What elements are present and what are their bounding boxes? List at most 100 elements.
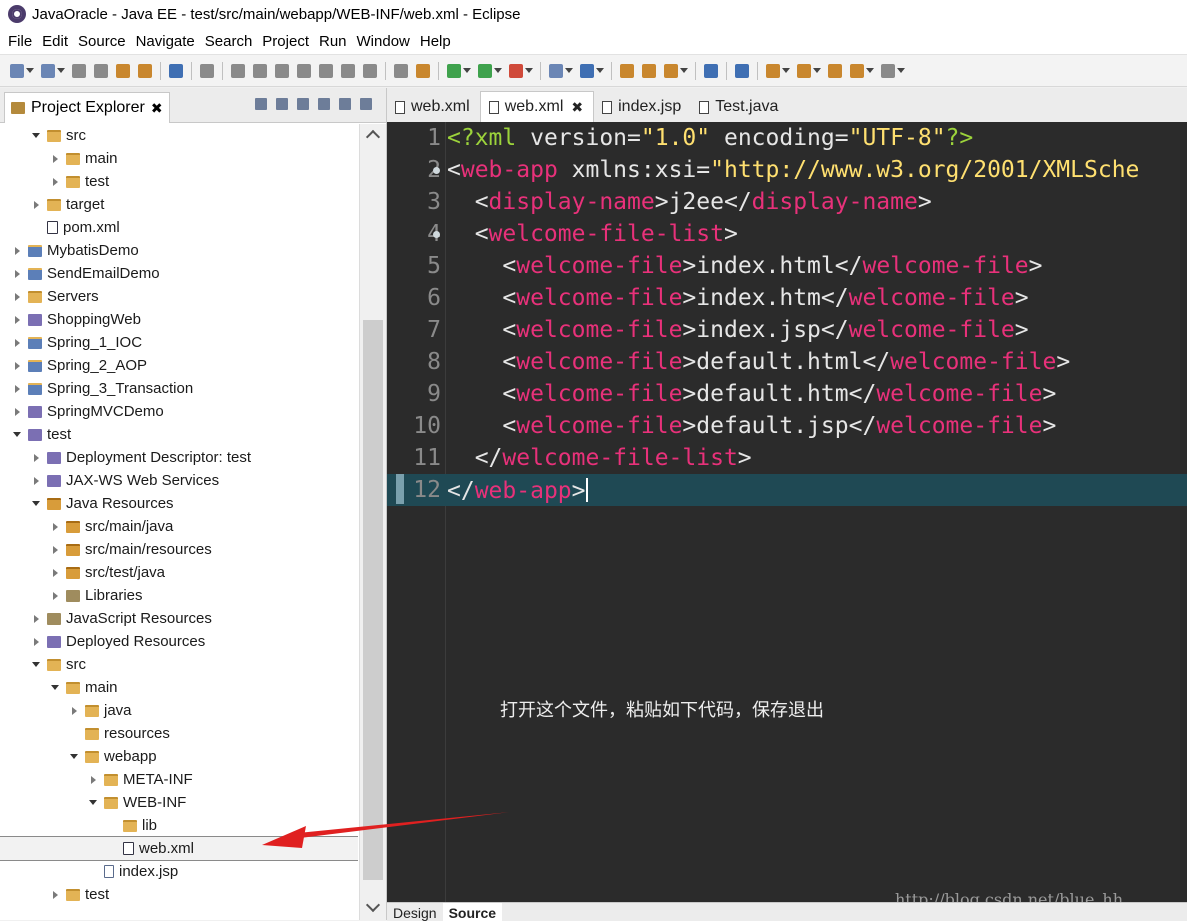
save-all-icon[interactable] (94, 63, 108, 78)
new-web-service-icon[interactable] (580, 63, 594, 78)
edit-icon[interactable] (664, 63, 678, 78)
filter-icon[interactable] (297, 98, 309, 110)
tab-project-explorer[interactable]: Project Explorer ✖ (4, 92, 170, 123)
code-line[interactable]: 3 <display-name>j2ee</display-name> (387, 186, 1187, 218)
new-wizard-icon[interactable] (41, 63, 55, 78)
chevron-down-icon[interactable] (813, 68, 821, 73)
scroll-down-icon[interactable] (365, 897, 381, 913)
tree-item[interactable]: JAX-WS Web Services (0, 469, 358, 492)
chevron-down-icon[interactable] (26, 68, 34, 73)
terminal-icon[interactable] (169, 63, 183, 78)
menu-item-help[interactable]: Help (420, 33, 451, 50)
tree-item[interactable]: src (0, 653, 358, 676)
collapsed-arrow-icon[interactable] (31, 476, 41, 486)
menu-item-project[interactable]: Project (262, 33, 309, 50)
fold-toggle-icon[interactable] (433, 231, 440, 238)
chevron-down-icon[interactable] (565, 68, 573, 73)
tree-item[interactable]: java (0, 699, 358, 722)
tree-item[interactable]: lib (0, 814, 358, 837)
tree-item[interactable]: Libraries (0, 584, 358, 607)
close-icon[interactable]: ✖ (571, 99, 583, 116)
tree-item[interactable]: SendEmailDemo (0, 262, 358, 285)
chevron-down-icon[interactable] (494, 68, 502, 73)
tree-item[interactable]: src/main/java (0, 515, 358, 538)
collapsed-arrow-icon[interactable] (12, 315, 22, 325)
tree-item[interactable]: index.jsp (0, 860, 358, 883)
step-into-icon[interactable] (319, 63, 333, 78)
save-icon[interactable] (72, 63, 86, 78)
editor-tab[interactable]: web.xml ✖ (479, 91, 595, 122)
editor-tab[interactable]: index.jsp (594, 92, 691, 122)
collapsed-arrow-icon[interactable] (69, 706, 79, 716)
collapse-all-icon[interactable] (255, 98, 267, 110)
new-server-icon[interactable] (549, 63, 563, 78)
explorer-scrollbar[interactable] (359, 124, 386, 920)
tree-item[interactable]: src (0, 124, 358, 147)
expanded-arrow-icon[interactable] (31, 131, 41, 141)
expanded-arrow-icon[interactable] (12, 430, 22, 440)
tab-design[interactable]: Design (387, 903, 443, 921)
scroll-up-icon[interactable] (365, 129, 381, 145)
suspend-icon[interactable] (253, 63, 267, 78)
code-line[interactable]: 4 <welcome-file-list> (387, 218, 1187, 250)
tree-item[interactable]: pom.xml (0, 216, 358, 239)
tree-item[interactable]: src/test/java (0, 561, 358, 584)
skip-breakpoints-icon[interactable] (200, 63, 214, 78)
scroll-thumb[interactable] (363, 320, 383, 880)
tree-item[interactable]: src/main/resources (0, 538, 358, 561)
expanded-arrow-icon[interactable] (31, 499, 41, 509)
collapsed-arrow-icon[interactable] (12, 361, 22, 371)
tree-item[interactable]: target (0, 193, 358, 216)
collapsed-arrow-icon[interactable] (12, 407, 22, 417)
menu-item-file[interactable]: File (8, 33, 32, 50)
tree-item[interactable]: Spring_2_AOP (0, 354, 358, 377)
chevron-down-icon[interactable] (866, 68, 874, 73)
tree-item[interactable]: Servers (0, 285, 358, 308)
collapsed-arrow-icon[interactable] (31, 200, 41, 210)
tree-item[interactable]: ShoppingWeb (0, 308, 358, 331)
expanded-arrow-icon[interactable] (50, 683, 60, 693)
collapsed-arrow-icon[interactable] (31, 453, 41, 463)
menu-item-source[interactable]: Source (78, 33, 126, 50)
tree-item[interactable]: JavaScript Resources (0, 607, 358, 630)
tree-item[interactable]: Spring_3_Transaction (0, 377, 358, 400)
collapsed-arrow-icon[interactable] (88, 775, 98, 785)
open-package-icon[interactable] (642, 63, 656, 78)
tree-item[interactable]: test (0, 883, 358, 906)
tree-item[interactable]: main (0, 676, 358, 699)
open-type-icon[interactable] (138, 63, 152, 78)
web-browser-icon[interactable] (704, 63, 718, 78)
open-folder-icon[interactable] (620, 63, 634, 78)
forward-icon[interactable] (881, 63, 895, 78)
code-line[interactable]: 7 <welcome-file>index.jsp</welcome-file> (387, 314, 1187, 346)
minimize-icon[interactable] (339, 98, 351, 110)
code-line[interactable]: 8 <welcome-file>default.html</welcome-fi… (387, 346, 1187, 378)
chevron-down-icon[interactable] (525, 68, 533, 73)
new-icon[interactable] (10, 63, 24, 78)
disconnect-icon[interactable] (297, 63, 311, 78)
collapsed-arrow-icon[interactable] (50, 568, 60, 578)
code-editor[interactable]: 打开这个文件，粘贴如下代码，保存退出 http://blog.csdn.net/… (387, 122, 1187, 902)
menu-item-run[interactable]: Run (319, 33, 347, 50)
collapsed-arrow-icon[interactable] (12, 269, 22, 279)
view-menu-icon[interactable] (318, 98, 330, 110)
link-with-editor-icon[interactable] (276, 98, 288, 110)
chevron-down-icon[interactable] (782, 68, 790, 73)
chevron-down-icon[interactable] (463, 68, 471, 73)
tree-item[interactable]: main (0, 147, 358, 170)
code-line[interactable]: 10 <welcome-file>default.jsp</welcome-fi… (387, 410, 1187, 442)
step-over-icon[interactable] (341, 63, 355, 78)
collapsed-arrow-icon[interactable] (12, 338, 22, 348)
editor-tab[interactable]: web.xml (387, 92, 480, 122)
menu-item-navigate[interactable]: Navigate (136, 33, 195, 50)
expanded-arrow-icon[interactable] (31, 660, 41, 670)
chevron-down-icon[interactable] (596, 68, 604, 73)
terminate-icon[interactable] (275, 63, 289, 78)
back-icon[interactable] (850, 63, 864, 78)
collapsed-arrow-icon[interactable] (50, 522, 60, 532)
maximize-icon[interactable] (360, 98, 372, 110)
display-icon[interactable] (394, 63, 408, 78)
collapsed-arrow-icon[interactable] (31, 614, 41, 624)
tree-item[interactable]: Spring_1_IOC (0, 331, 358, 354)
editor-tab[interactable]: Test.java (691, 92, 788, 122)
